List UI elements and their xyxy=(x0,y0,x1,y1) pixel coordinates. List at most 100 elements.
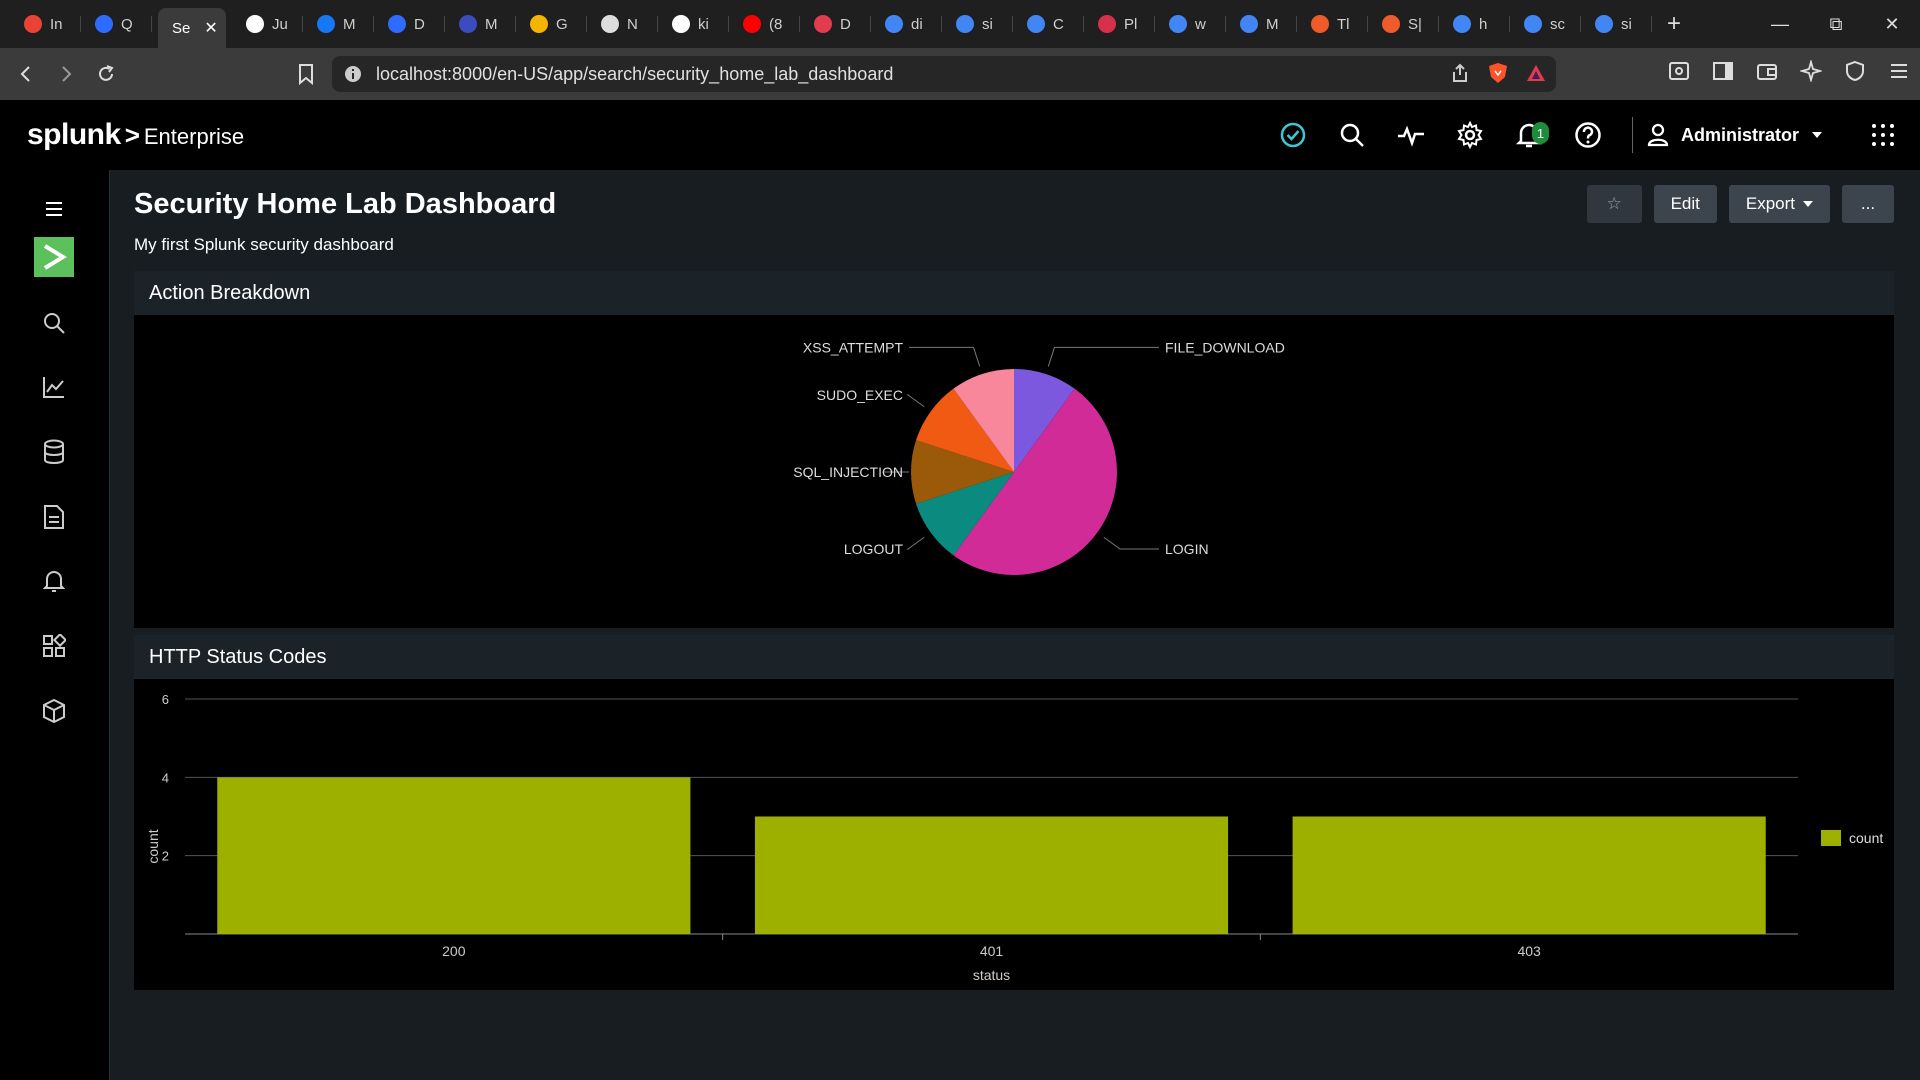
browser-tab[interactable]: si xyxy=(1581,6,1652,42)
favorite-star-button[interactable]: ☆ xyxy=(1586,185,1642,223)
caret-down-icon xyxy=(1803,200,1813,207)
tab-label: w xyxy=(1195,15,1206,33)
user-name: Administrator xyxy=(1680,124,1799,145)
notifications-bell-icon[interactable]: 1 xyxy=(1500,100,1559,170)
x-axis-label: status xyxy=(973,967,1010,983)
google-icon xyxy=(1240,15,1258,33)
share-icon[interactable] xyxy=(1450,62,1470,89)
tab-label: Pl xyxy=(1124,15,1138,33)
legend-label[interactable]: count xyxy=(1849,830,1883,846)
pie-leader-line xyxy=(906,394,925,408)
minimize-icon[interactable]: — xyxy=(1752,0,1808,48)
arrow-tab-icon xyxy=(459,15,477,33)
search-icon[interactable] xyxy=(1323,100,1382,170)
search-app-launcher-icon[interactable] xyxy=(34,237,74,277)
panel-title: HTTP Status Codes xyxy=(134,635,1894,679)
bulb-icon xyxy=(530,15,548,33)
browser-tab[interactable]: M xyxy=(1226,6,1297,42)
brave-shield-icon[interactable] xyxy=(1488,62,1508,89)
browser-tab[interactable]: (8 xyxy=(729,6,800,42)
sidebar-search-icon[interactable] xyxy=(33,302,75,344)
activity-icon[interactable] xyxy=(1382,100,1441,170)
bar[interactable] xyxy=(1292,816,1766,935)
browser-tab[interactable]: di xyxy=(871,6,942,42)
browser-tab[interactable]: S| xyxy=(1368,6,1439,42)
browser-tab[interactable]: C xyxy=(1013,6,1084,42)
logo-product: Enterprise xyxy=(143,124,245,149)
browser-tab[interactable]: Tl xyxy=(1297,6,1368,42)
more-actions-button[interactable]: ... xyxy=(1842,185,1894,223)
reload-icon[interactable] xyxy=(88,56,124,92)
leo-ai-icon[interactable] xyxy=(1798,58,1824,87)
browser-tab[interactable]: si xyxy=(942,6,1013,42)
brave-rewards-icon[interactable] xyxy=(1526,63,1546,88)
browser-tab[interactable]: Ju xyxy=(232,6,303,42)
health-status-icon[interactable] xyxy=(1264,100,1323,170)
browser-tab[interactable]: M xyxy=(445,6,516,42)
tab-label: si xyxy=(1621,15,1632,33)
action-breakdown-panel: Action Breakdown FILE_DOWNLOAD LOGIN LOGOU… xyxy=(134,271,1894,628)
export-button[interactable]: Export xyxy=(1728,185,1830,223)
close-tab-icon[interactable]: ✕ xyxy=(204,18,217,38)
browser-tab[interactable]: Q xyxy=(81,6,152,42)
sidebar-analytics-icon[interactable] xyxy=(33,366,75,408)
menu-icon[interactable] xyxy=(1888,60,1910,87)
tab-label: (8 xyxy=(769,15,783,33)
browser-tab[interactable]: Se ✕ xyxy=(158,8,226,48)
google-icon xyxy=(885,15,903,33)
settings-gear-icon[interactable] xyxy=(1441,100,1500,170)
tab-label: In xyxy=(50,15,63,33)
google-icon xyxy=(1169,15,1187,33)
pie-leader-line xyxy=(1103,536,1159,550)
apps-grid-icon[interactable] xyxy=(1853,100,1912,170)
new-tab-button[interactable]: + xyxy=(1652,10,1696,38)
browser-tab[interactable]: N xyxy=(587,6,658,42)
sidebar-datasets-icon[interactable] xyxy=(33,431,75,473)
wallet-icon[interactable] xyxy=(1756,60,1778,87)
browser-tab[interactable]: G xyxy=(516,6,587,42)
splunk-logo[interactable]: splunk > Enterprise xyxy=(27,118,244,152)
tab-label: di xyxy=(911,15,923,33)
bar[interactable] xyxy=(217,777,691,934)
browser-toolbar: localhost:8000/en-US/app/search/security… xyxy=(0,48,1920,100)
pie-leader-line xyxy=(906,536,925,550)
browser-tab[interactable]: In xyxy=(10,6,81,42)
close-window-icon[interactable]: ✕ xyxy=(1864,0,1920,48)
tab-label: Tl xyxy=(1337,15,1350,33)
browser-tab[interactable]: w xyxy=(1155,6,1226,42)
browser-tab[interactable]: M xyxy=(303,6,374,42)
browser-tab[interactable]: h xyxy=(1439,6,1510,42)
tab-label: Ju xyxy=(272,15,288,33)
tab-label: C xyxy=(1053,15,1064,33)
page-description: My first Splunk security dashboard xyxy=(134,235,394,254)
user-menu[interactable]: Administrator xyxy=(1647,123,1823,147)
browser-tab[interactable]: sc xyxy=(1510,6,1581,42)
sidebar-toggle-icon[interactable] xyxy=(1712,60,1734,87)
browser-tab[interactable]: D xyxy=(800,6,871,42)
bookmark-icon[interactable] xyxy=(288,56,324,92)
sidebar-apps-cube-icon[interactable] xyxy=(33,690,75,732)
app-sidebar xyxy=(0,170,110,1080)
x-tick-label: 401 xyxy=(980,943,1004,959)
hamburger-menu-icon[interactable] xyxy=(33,188,75,230)
site-info-icon[interactable] xyxy=(344,65,362,83)
screenshot-icon[interactable] xyxy=(1668,60,1690,87)
browser-tab[interactable]: Pl xyxy=(1084,6,1155,42)
restore-icon[interactable]: ⧉ xyxy=(1808,0,1864,48)
address-bar[interactable]: localhost:8000/en-US/app/search/security… xyxy=(332,56,1556,92)
x-tick-label: 200 xyxy=(442,943,466,959)
bar-chart: 2 4 6 200 401 403 status count count xyxy=(145,692,1883,983)
edit-button[interactable]: Edit xyxy=(1653,185,1717,223)
sidebar-alerts-icon[interactable] xyxy=(33,560,75,602)
sidebar-reports-icon[interactable] xyxy=(33,496,75,538)
browser-tab[interactable]: ki xyxy=(658,6,729,42)
help-icon[interactable] xyxy=(1559,100,1618,170)
back-icon[interactable] xyxy=(8,56,44,92)
browser-tab[interactable]: D xyxy=(374,6,445,42)
export-label: Export xyxy=(1745,194,1795,213)
sidebar-dashboards-icon[interactable] xyxy=(33,625,75,667)
vpn-icon[interactable] xyxy=(1844,60,1866,87)
forward-icon[interactable] xyxy=(48,56,84,92)
tab-label: S| xyxy=(1408,15,1422,33)
bar[interactable] xyxy=(754,816,1229,935)
